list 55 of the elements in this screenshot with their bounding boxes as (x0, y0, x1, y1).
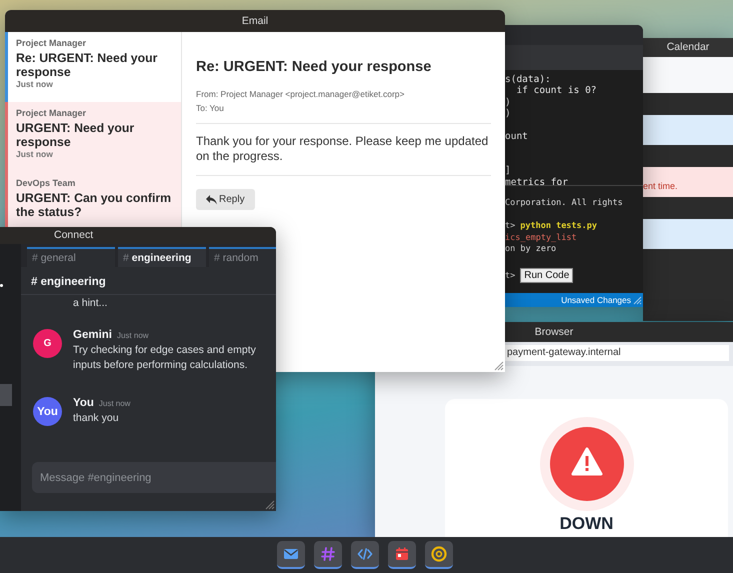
author-name: Gemini (73, 329, 112, 341)
email-list-item[interactable]: DevOps Team URGENT: Can you confirm the status? (5, 172, 181, 227)
channel-tab[interactable]: # general (27, 247, 115, 267)
user-avatar: G (33, 329, 62, 358)
resize-handle-icon (633, 296, 642, 304)
email-list-item[interactable]: Project Manager URGENT: Need your response Just now (5, 102, 181, 172)
reply-button[interactable]: Reply (196, 189, 255, 210)
calendar-event[interactable]: ent time. (643, 167, 733, 197)
terminal-line: Corporation. All rights (505, 198, 624, 210)
channel-tab[interactable]: # engineering (118, 247, 206, 267)
taskbar-button[interactable] (314, 541, 342, 569)
timestamp: Just now (98, 399, 130, 408)
run-code-button[interactable]: Run Code (520, 268, 574, 283)
status-text: Unsaved Changes (561, 295, 631, 305)
status-label: DOWN (560, 514, 614, 534)
sender-line: From: Project Manager <project.manager@etiket.corp> (196, 88, 406, 101)
window-title: Email (5, 10, 505, 32)
message-text: Try checking for edge cases and empty inputs before performing calculations. (73, 343, 257, 373)
message-field[interactable]: Message #engineering (32, 462, 276, 493)
code-line: metrics for (505, 176, 569, 185)
terminal-prompt: t> (505, 221, 516, 232)
reply-icon (206, 194, 217, 204)
terminal-line: on by zero (505, 244, 558, 256)
message-text: a hint... (72, 297, 108, 309)
code-icon (356, 545, 374, 563)
channel-header: # engineering (21, 267, 276, 295)
taskbar-button[interactable] (350, 541, 378, 569)
author-name: You (73, 397, 94, 409)
code-line: ) (505, 108, 512, 120)
hash-icon (318, 545, 336, 563)
taskbar-button[interactable] (388, 541, 416, 569)
user-avatar: You (33, 397, 62, 426)
terminal-command: python tests.py (520, 221, 598, 232)
channel-tab[interactable]: # random (209, 247, 276, 267)
email-body: Thank you for your response. Please keep me updated on the progress. (196, 123, 491, 176)
resize-handle-icon (265, 500, 275, 510)
timestamp: Just now (116, 331, 149, 340)
code-line: s(data): (505, 74, 552, 86)
window-title: Calendar (643, 38, 733, 57)
code-line: ) (505, 96, 512, 108)
terminal-line: ics_empty_list (505, 232, 578, 244)
message-text: thank you (73, 411, 120, 426)
code-line: ] (505, 165, 512, 177)
server-indicator (0, 284, 3, 287)
terminal-prompt: t> (505, 270, 516, 281)
resize-handle-icon (494, 361, 504, 371)
address-field[interactable]: payment-gateway.internal (505, 345, 729, 361)
code-line: ount (505, 131, 529, 142)
email-subject: Re: URGENT: Need your response (196, 59, 432, 75)
warning-icon (538, 416, 634, 512)
code-line: if count is 0? (515, 85, 598, 97)
recipient-line: To: You (196, 102, 225, 115)
taskbar-button[interactable] (424, 541, 452, 569)
taskbar-button[interactable] (276, 541, 304, 569)
window-title: Connect (0, 227, 276, 244)
